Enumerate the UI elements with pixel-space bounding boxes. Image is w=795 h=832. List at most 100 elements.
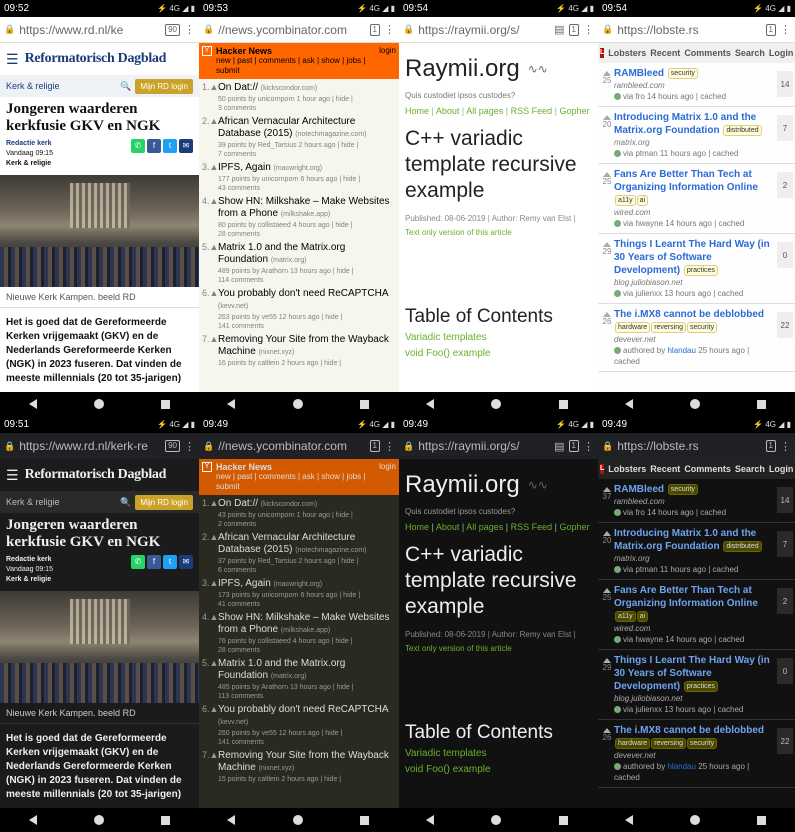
tab-count-icon[interactable]: 1: [568, 440, 579, 452]
nav-link-rss-feed[interactable]: RSS Feed: [511, 522, 553, 532]
story-comments-link[interactable]: 43 comments: [218, 184, 396, 193]
story-tag[interactable]: distributed: [723, 124, 762, 136]
story-domain[interactable]: wired.com: [614, 207, 773, 218]
hamburger-menu-icon[interactable]: ☰: [6, 467, 19, 484]
story-comments-link[interactable]: 6 comments: [218, 566, 396, 575]
tab-count-icon[interactable]: 1: [369, 440, 380, 452]
story-domain[interactable]: (notechmagazine.com): [295, 131, 366, 138]
story-title[interactable]: Fans Are Better Than Tech at Organizing …: [614, 168, 773, 207]
author-link[interactable]: hlandau: [667, 346, 698, 355]
story-title[interactable]: Show HN: Milkshake – Make Websites from …: [218, 196, 396, 221]
lobsters-logo-icon[interactable]: L: [600, 48, 605, 58]
story-comments-link[interactable]: 41 comments: [218, 600, 396, 609]
upvote[interactable]: 20: [600, 111, 614, 159]
story-domain[interactable]: (kevv.net): [218, 303, 248, 310]
comment-count[interactable]: 0: [777, 242, 793, 268]
address-bar[interactable]: 🔒//news.ycombinator.com 1 ⋮: [199, 433, 399, 459]
site-logo[interactable]: Reformatorisch Dagblad: [25, 51, 167, 67]
story-tag[interactable]: reversing: [651, 321, 686, 333]
more-menu-icon[interactable]: ⋮: [184, 23, 195, 36]
comment-count[interactable]: 22: [777, 312, 793, 338]
nav-link-rss-feed[interactable]: RSS Feed: [511, 106, 553, 116]
story-tag[interactable]: security: [686, 737, 718, 749]
story-title[interactable]: Show HN: Milkshake – Make Websites from …: [218, 612, 396, 637]
story-tag[interactable]: security: [667, 483, 698, 495]
story-title[interactable]: You probably don't need ReCAPTCHA (kevv.…: [218, 288, 396, 313]
home-icon[interactable]: [491, 399, 502, 409]
story-domain[interactable]: (matrix.org): [271, 673, 307, 680]
story-domain[interactable]: (matrix.org): [271, 257, 307, 264]
recents-icon[interactable]: [558, 815, 568, 825]
story-domain[interactable]: (macwright.org): [274, 165, 323, 172]
story-tag[interactable]: reversing: [651, 737, 686, 749]
tab-count-icon[interactable]: 1: [765, 23, 776, 36]
story-comments-link[interactable]: 28 comments: [218, 230, 396, 239]
upvote[interactable]: 25: [600, 168, 614, 229]
recents-icon[interactable]: [359, 399, 369, 409]
story-tag[interactable]: a11y: [615, 194, 636, 206]
home-icon[interactable]: [93, 815, 104, 825]
y-logo-icon[interactable]: Y: [202, 46, 212, 56]
hamburger-menu-icon[interactable]: ☰: [6, 51, 19, 68]
address-bar[interactable]: 🔒 https://raymii.org/s/ ▤ 1 ⋮: [399, 433, 598, 459]
more-menu-icon[interactable]: ⋮: [384, 23, 395, 36]
recents-icon[interactable]: [757, 815, 767, 825]
more-menu-icon[interactable]: ⋮: [184, 440, 195, 453]
nav-link-search[interactable]: Search: [735, 48, 765, 58]
story-domain[interactable]: devever.net: [614, 750, 773, 761]
home-icon[interactable]: [292, 399, 303, 409]
nav-link-all-pages[interactable]: All pages: [466, 522, 503, 532]
nav-link-gopher[interactable]: Gopher: [559, 522, 589, 532]
url-text[interactable]: //news.ycombinator.com: [218, 23, 365, 37]
story-title[interactable]: IPFS, Again (macwright.org): [218, 578, 396, 591]
story-title[interactable]: Removing Your Site from the Wayback Mach…: [218, 750, 396, 775]
more-menu-icon[interactable]: ⋮: [384, 440, 395, 453]
story-tag[interactable]: security: [686, 321, 718, 333]
nav-link-comments[interactable]: Comments: [684, 464, 731, 474]
toc-item[interactable]: void Foo() example: [405, 762, 592, 778]
story-comments-link[interactable]: 141 comments: [218, 322, 396, 331]
section-label[interactable]: Kerk & religie: [6, 81, 116, 91]
login-button[interactable]: Mijn RD login: [135, 494, 193, 510]
tab-count-icon[interactable]: 90: [165, 440, 180, 452]
back-icon[interactable]: [227, 399, 236, 409]
url-text[interactable]: https://lobste.rs: [617, 23, 761, 37]
author-link[interactable]: Redactie kerk: [6, 139, 131, 149]
search-icon[interactable]: 🔍: [120, 497, 131, 508]
story-title[interactable]: The i.MX8 cannot be deblobbed hardware re…: [614, 308, 773, 334]
story-title[interactable]: The i.MX8 cannot be deblobbed hardware re…: [614, 724, 773, 750]
nav-link-home[interactable]: Home: [405, 106, 429, 116]
story-title[interactable]: Removing Your Site from the Wayback Mach…: [218, 334, 396, 359]
story-title[interactable]: Things I Learnt The Hard Way (in 30 Year…: [614, 654, 773, 693]
twitter-icon[interactable]: t: [163, 139, 177, 153]
recents-icon[interactable]: [161, 399, 171, 409]
upvote[interactable]: 20: [600, 527, 614, 575]
story-domain[interactable]: (notechmagazine.com): [295, 547, 366, 554]
nav-link-recent[interactable]: Recent: [650, 48, 680, 58]
site-name[interactable]: Hacker News: [216, 46, 375, 56]
address-bar[interactable]: 🔒 https://raymii.org/s/ ▤ 1 ⋮: [399, 17, 598, 43]
home-icon[interactable]: [491, 815, 502, 825]
story-domain[interactable]: (macwright.org): [274, 581, 323, 588]
story-domain[interactable]: (milkshake.app): [281, 627, 330, 634]
story-domain[interactable]: blog.juliobiason.net: [614, 693, 773, 704]
home-icon[interactable]: [93, 399, 104, 409]
section-label[interactable]: Kerk & religie: [6, 497, 116, 507]
story-domain[interactable]: rambleed.com: [614, 80, 773, 91]
upvote[interactable]: 37: [600, 483, 614, 518]
tab-count-icon[interactable]: 1: [369, 23, 380, 36]
story-comments-link[interactable]: 114 comments: [218, 276, 396, 285]
nav-link-comments[interactable]: Comments: [684, 48, 731, 58]
login-link[interactable]: login: [379, 462, 396, 492]
story-domain[interactable]: (kickscondor.com): [261, 85, 317, 92]
reader-mode-icon[interactable]: ▤: [554, 440, 564, 453]
nav-link-recent[interactable]: Recent: [650, 464, 680, 474]
login-link[interactable]: login: [379, 46, 396, 76]
upvote[interactable]: 29: [600, 238, 614, 299]
comment-count[interactable]: 7: [777, 531, 793, 557]
url-text[interactable]: https://www.rd.nl/kerk-re: [19, 439, 161, 453]
search-icon[interactable]: 🔍: [120, 81, 131, 92]
home-icon[interactable]: [292, 815, 303, 825]
story-comments-link[interactable]: 141 comments: [218, 738, 396, 747]
login-button[interactable]: Mijn RD login: [135, 78, 193, 94]
